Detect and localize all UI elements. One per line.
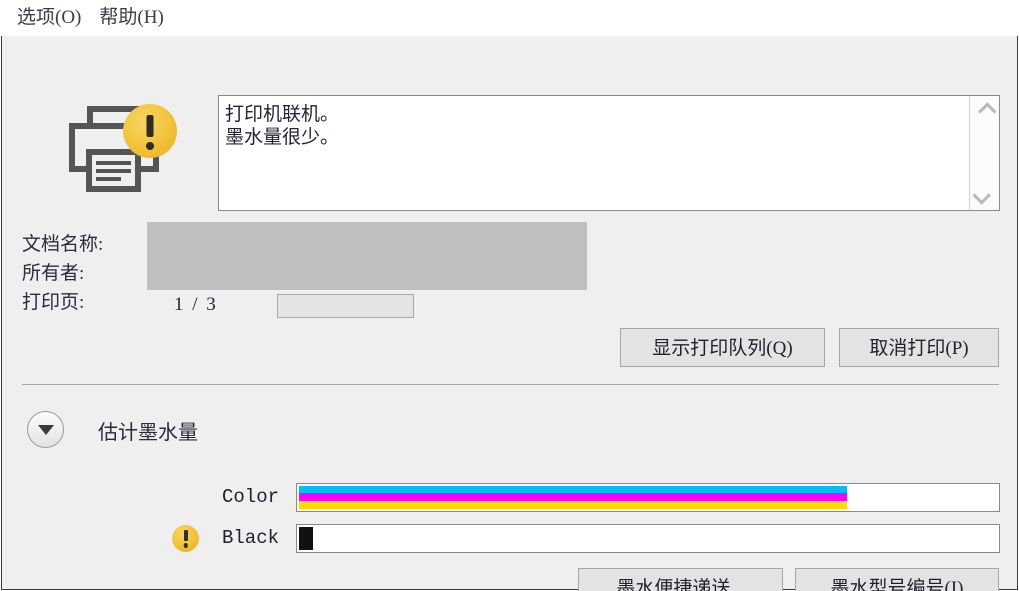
printer-status-window: 选项(O) 帮助(H) 打印机联机。 墨水量很少。 文档名称: 所有者: 打印页… <box>0 0 1019 591</box>
label-owner: 所有者: <box>22 263 85 284</box>
cancel-print-button[interactable]: 取消打印(P) <box>839 328 999 367</box>
ink-model-number-button[interactable]: 墨水型号编号(I) <box>795 568 999 591</box>
status-line-2: 墨水量很少。 <box>225 127 340 148</box>
chevron-down-icon[interactable] <box>970 184 999 206</box>
status-message-box[interactable]: 打印机联机。 墨水量很少。 <box>218 95 1000 211</box>
warning-badge-icon <box>123 104 177 158</box>
show-print-queue-button[interactable]: 显示打印队列(Q) <box>620 328 825 367</box>
warning-icon-placeholder-color <box>172 484 199 511</box>
ink-fill-color <box>299 485 847 509</box>
ink-delivery-button[interactable]: 墨水便捷递送... <box>578 568 783 591</box>
ink-gauge-color <box>296 482 1000 512</box>
chevron-up-icon[interactable] <box>970 100 999 122</box>
document-info-redacted-values <box>147 222 587 290</box>
ink-level-row-color: Color <box>172 482 1000 512</box>
pages-value: 1 / 3 <box>174 294 218 315</box>
document-info-labels: 文档名称: 所有者: 打印页: <box>22 230 103 317</box>
menubar: 选项(O) 帮助(H) <box>0 0 1019 36</box>
label-pages: 打印页: <box>22 292 85 313</box>
triangle-down-icon <box>37 424 54 435</box>
main-panel: 打印机联机。 墨水量很少。 文档名称: 所有者: 打印页: 1 / 3 显示打印… <box>1 36 1018 591</box>
ink-fill-black <box>299 526 314 550</box>
printer-warning-icon <box>65 104 185 200</box>
warning-icon <box>172 524 199 552</box>
collapse-ink-section-button[interactable] <box>27 411 64 448</box>
label-document-name: 文档名称: <box>22 234 104 255</box>
menu-help[interactable]: 帮助(H) <box>90 6 172 31</box>
ink-label-color: Color <box>221 486 279 508</box>
print-progress-bar <box>277 294 414 318</box>
status-scrollbar[interactable] <box>969 96 999 210</box>
ink-level-row-black: Black <box>172 523 1000 553</box>
section-divider <box>22 384 999 385</box>
ink-gauge-black <box>296 523 1000 553</box>
status-message-text: 打印机联机。 墨水量很少。 <box>219 96 969 210</box>
menu-options[interactable]: 选项(O) <box>8 6 90 31</box>
ink-section-heading: 估计墨水量 <box>98 422 198 444</box>
ink-label-black: Black <box>221 527 279 549</box>
status-line-1: 打印机联机。 <box>225 104 340 125</box>
